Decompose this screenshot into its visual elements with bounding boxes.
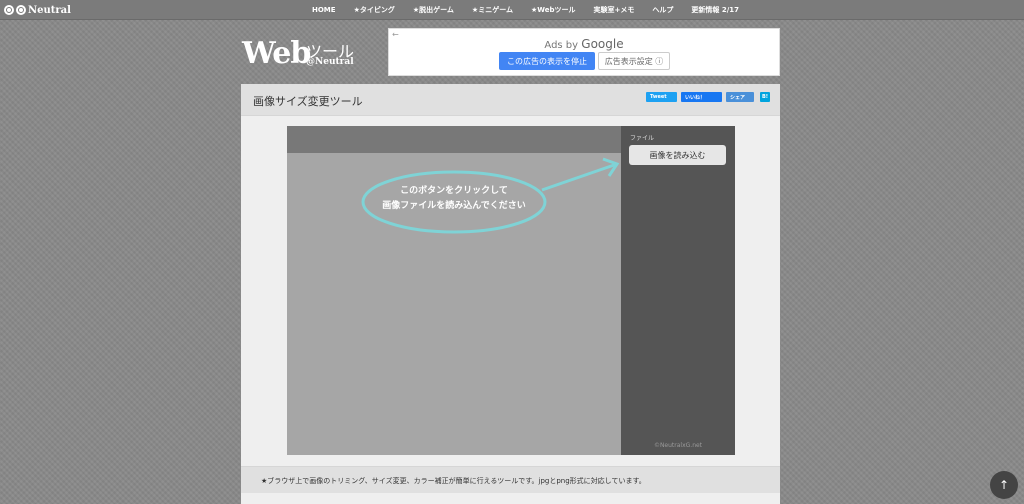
ads-by-google: Ads by Google [389,37,779,51]
stop-ad-button[interactable]: この広告の表示を停止 [499,52,595,70]
description-bar: ★ブラウザ上で画像のトリミング、サイズ変更、カラー補正が簡単に行えるツールです。… [241,466,780,493]
site-title-web: Web [242,36,311,71]
main-card: 画像サイズ変更ツール Tweet いいね！ シェア B! このボタンをクリックし… [241,84,780,504]
arrow-up-icon: ↑ [998,478,1010,492]
site-logo[interactable]: Neutral [4,3,71,17]
ad-banner: ← Ads by Google この広告の表示を停止 広告表示設定 ⓘ [388,28,780,76]
page-title: 画像サイズ変更ツール [253,95,363,108]
like-label: いいね！ [685,94,706,101]
facebook-like-button[interactable]: いいね！ [681,92,722,102]
nav-mini-game[interactable]: ★ミニゲーム [472,5,513,15]
share-button[interactable]: シェア [726,92,754,102]
image-tool-area: このボタンをクリックして 画像ファイルを読み込んでください ファイル 画像を読み… [287,126,735,455]
top-nav-bar: Neutral HOME ★タイピング ★脱出ゲーム ★ミニゲーム ★Webツー… [0,0,1024,20]
hint-text: このボタンをクリックして 画像ファイルを読み込んでください [363,184,545,214]
google-label: Google [581,37,624,51]
load-image-button[interactable]: 画像を読み込む [629,145,726,165]
main-header: 画像サイズ変更ツール Tweet いいね！ シェア B! [241,84,780,116]
file-label: ファイル [630,135,655,142]
copyright: ©NeutralxG.net [653,442,703,449]
logo-text: Neutral [28,4,71,16]
hint-line-1: このボタンをクリックして [400,186,508,196]
nav-home[interactable]: HOME [312,6,336,14]
tweet-button[interactable]: Tweet [646,92,677,102]
ads-by-label: Ads by [544,40,579,51]
site-title[interactable]: Web ツール @Neutral [242,36,382,76]
hint-arrow-line [541,162,618,192]
nav-help[interactable]: ヘルプ [652,5,673,15]
main-nav: HOME ★タイピング ★脱出ゲーム ★ミニゲーム ★Webツール 実験室+メモ… [312,0,739,20]
site-title-at: @Neutral [306,57,354,67]
nav-lab-memo[interactable]: 実験室+メモ [594,5,635,15]
gear-icon [4,5,14,15]
tweet-label: Tweet [650,94,667,100]
ad-settings-button[interactable]: 広告表示設定 ⓘ [598,52,670,70]
nav-web-tools[interactable]: ★Webツール [531,5,576,15]
hint-line-2: 画像ファイルを読み込んでください [382,201,526,211]
hatena-bookmark-button[interactable]: B! [760,92,770,102]
gear-icon-2 [16,5,26,15]
nav-typing[interactable]: ★タイピング [354,5,395,15]
share-buttons: Tweet いいね！ シェア B! [646,92,770,102]
scroll-top-button[interactable]: ↑ [990,471,1018,499]
tool-description: ★ブラウザ上で画像のトリミング、サイズ変更、カラー補正が簡単に行えるツールです。… [261,477,646,485]
nav-updates[interactable]: 更新情報 2/17 [691,5,739,15]
tool-side-panel: ファイル 画像を読み込む ©NeutralxG.net [621,126,735,455]
nav-escape-game[interactable]: ★脱出ゲーム [413,5,454,15]
hatena-label: B! [762,94,769,100]
share-label: シェア [730,94,746,101]
